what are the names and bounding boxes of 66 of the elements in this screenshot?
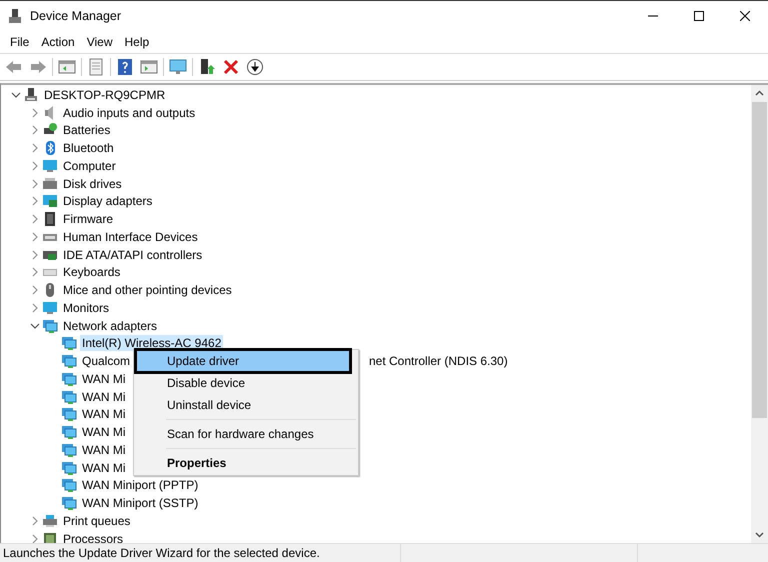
network-icon xyxy=(61,477,77,494)
tree-item[interactable]: WAN Mi xyxy=(80,388,128,405)
tree-item[interactable]: Monitors xyxy=(61,300,112,316)
disk-drive-icon xyxy=(42,176,58,192)
download-icon[interactable] xyxy=(245,57,265,77)
app-icon xyxy=(8,8,22,24)
minimize-icon xyxy=(648,15,658,17)
monitor-icon xyxy=(42,158,58,174)
chip-icon xyxy=(42,211,58,228)
tree-item[interactable]: Firmware xyxy=(61,211,115,228)
menu-item[interactable]: Action xyxy=(35,35,81,49)
status-text: Launches the Update Driver Wizard for the selected device. xyxy=(2,546,321,560)
tree-item[interactable]: Display adapters xyxy=(61,193,154,210)
context-menu-item[interactable]: Properties xyxy=(136,452,356,474)
network-icon xyxy=(61,424,77,440)
tree-item[interactable]: Batteries xyxy=(61,122,112,138)
tree-item[interactable]: Disk drives xyxy=(61,176,124,192)
network-icon xyxy=(61,442,77,458)
monitor-icon xyxy=(42,300,58,316)
tree-item[interactable]: Audio inputs and outputs xyxy=(61,104,198,121)
network-icon xyxy=(61,370,77,387)
context-menu-item[interactable]: Disable device xyxy=(136,372,356,394)
context-menu-item[interactable]: Update driver xyxy=(136,350,350,372)
tree-item[interactable]: WAN Miniport (PPTP) xyxy=(80,477,200,494)
tree-item[interactable]: WAN Miniport (SSTP) xyxy=(80,495,200,512)
network-icon xyxy=(61,353,77,370)
network-icon xyxy=(61,406,77,422)
menu-item[interactable]: View xyxy=(80,35,118,49)
tree-item[interactable]: Mice and other pointing devices xyxy=(61,282,234,298)
printer-icon xyxy=(42,512,58,529)
network-icon xyxy=(61,460,77,476)
tree-item[interactable]: Qualcom xyxy=(80,353,132,370)
computer-icon xyxy=(23,86,39,103)
tree-item[interactable]: Processors xyxy=(61,530,126,543)
tree-item[interactable]: WAN Mi xyxy=(80,424,128,440)
maximize-icon xyxy=(694,11,704,21)
context-menu-item[interactable]: Uninstall device xyxy=(136,394,356,416)
close-icon xyxy=(740,11,750,21)
menu-item[interactable]: Help xyxy=(118,35,156,49)
tree-item[interactable]: Network adapters xyxy=(61,318,160,334)
menu-item[interactable]: File xyxy=(4,35,36,49)
tree-item[interactable]: WAN Mi xyxy=(80,460,128,476)
processor-icon xyxy=(42,530,58,543)
tree-item[interactable]: WAN Mi xyxy=(80,406,128,422)
scrollbar[interactable] xyxy=(751,85,768,543)
tree-item-text: net Controller (NDIS 6.30) xyxy=(368,353,509,370)
window-title: Device Manager xyxy=(30,9,122,23)
network-icon xyxy=(42,318,58,334)
scroll-thumb[interactable] xyxy=(752,102,767,418)
tree-item[interactable]: Human Interface Devices xyxy=(61,228,200,245)
tree-item[interactable]: Computer xyxy=(61,158,118,174)
monitor-icon[interactable] xyxy=(168,57,188,77)
tree-item[interactable]: WAN Mi xyxy=(80,370,128,387)
tree-item[interactable]: DESKTOP-RQ9CPMR xyxy=(42,86,168,103)
network-icon xyxy=(61,335,77,352)
uninstall-icon[interactable] xyxy=(221,57,241,77)
network-icon xyxy=(61,495,77,512)
tree-item[interactable]: WAN Mi xyxy=(80,442,128,458)
network-icon xyxy=(61,388,77,405)
tree-item[interactable]: Print queues xyxy=(61,512,132,529)
tree-item[interactable]: Keyboards xyxy=(61,264,122,280)
context-menu-item[interactable]: Scan for hardware changes xyxy=(136,423,356,445)
display-adapter-icon xyxy=(42,193,58,210)
tree-item[interactable]: IDE ATA/ATAPI controllers xyxy=(61,246,204,263)
help-icon[interactable] xyxy=(115,57,135,77)
tree-item[interactable]: Bluetooth xyxy=(61,140,116,156)
